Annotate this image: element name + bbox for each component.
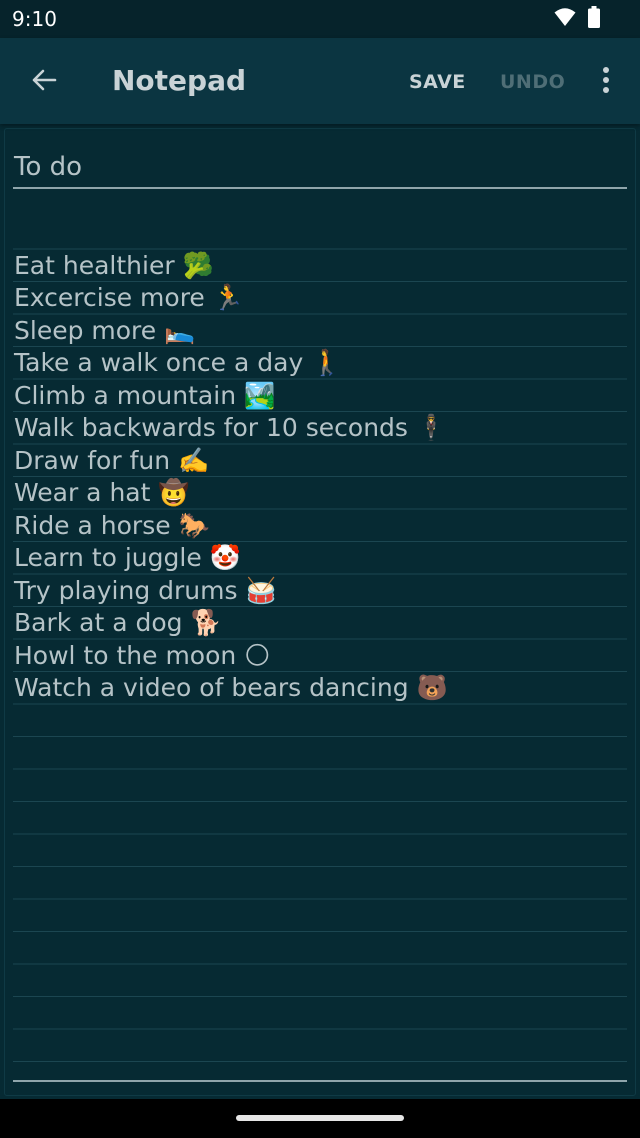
note-line: Take a walk once a day 🚶	[14, 348, 343, 377]
note-line: Ride a horse 🐎	[14, 510, 210, 540]
home-gesture-bar[interactable]	[236, 1115, 404, 1121]
save-button[interactable]: SAVE	[409, 70, 466, 94]
note-line: Try playing drums 🥁	[14, 575, 277, 605]
battery-icon	[588, 6, 600, 32]
note-line: Climb a mountain 🏞️	[14, 380, 276, 410]
note-line: Sleep more 🛌	[14, 315, 196, 345]
note-line: Watch a video of bears dancing 🐻	[14, 673, 448, 702]
status-bar: 9:10	[0, 0, 640, 38]
overflow-menu-button[interactable]	[591, 62, 621, 102]
note-line: Bark at a dog 🐕	[14, 608, 222, 637]
note-line: Excercise more 🏃	[14, 283, 244, 312]
navigation-bar	[0, 1099, 640, 1138]
note-line	[13, 217, 627, 250]
note-line: Howl to the moon 🌕	[14, 640, 271, 670]
back-button[interactable]	[22, 60, 66, 104]
app-title: Notepad	[112, 64, 247, 97]
note-line: Draw for fun ✍️	[14, 445, 210, 475]
note-line: Wear a hat 🤠	[14, 478, 190, 507]
note-body-input[interactable]: Eat healthier 🥦 Excercise more 🏃 Sleep mor…	[13, 217, 627, 1081]
screen: 9:10 Notepad SAVE UNDO To do Eat healthi…	[0, 0, 640, 1138]
note-line: Eat healthier 🥦	[14, 250, 214, 280]
undo-button[interactable]: UNDO	[500, 70, 565, 94]
back-arrow-icon	[31, 68, 57, 96]
overflow-menu-icon	[602, 66, 610, 98]
note-title-input[interactable]: To do	[13, 147, 627, 189]
note-line: Learn to juggle 🤡	[14, 543, 241, 572]
note-body-underline	[13, 1080, 627, 1082]
note-line: Walk backwards for 10 seconds 🕴️	[14, 413, 448, 442]
app-bar: Notepad SAVE UNDO	[0, 38, 640, 124]
note-panel: To do Eat healthier 🥦 Excercise more 🏃 Sle…	[4, 128, 636, 1096]
wifi-icon	[554, 7, 576, 31]
status-icons	[554, 6, 600, 32]
status-time: 9:10	[12, 7, 57, 31]
